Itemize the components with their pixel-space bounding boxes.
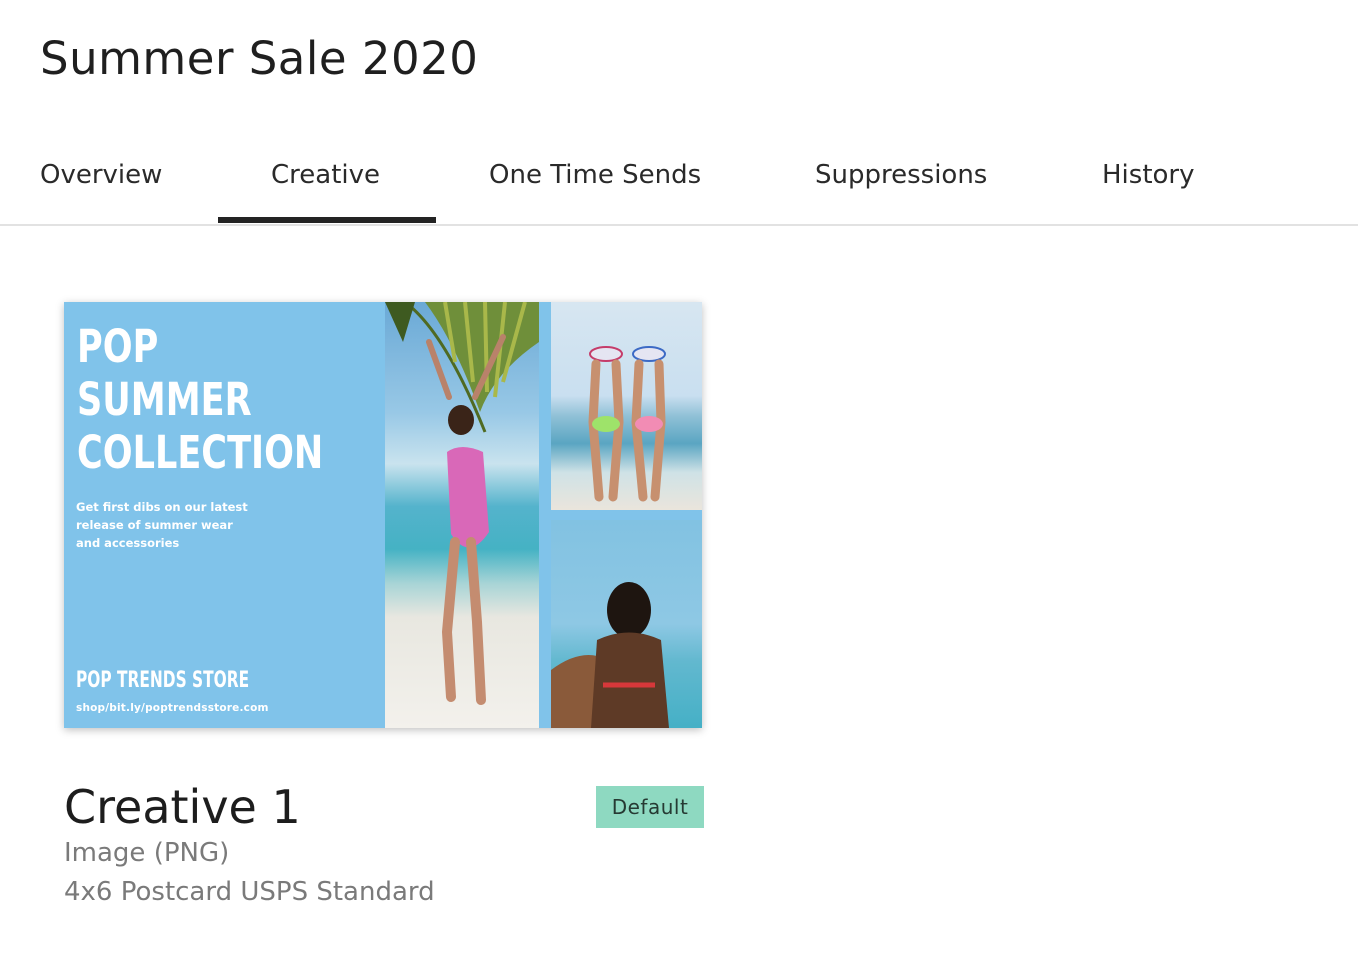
postcard-store-url: shop/bit.ly/poptrendsstore.com: [76, 702, 269, 714]
postcard-divider-horizontal: [551, 510, 702, 520]
postcard-headline-line: SUMMER: [77, 373, 252, 426]
page-title: Summer Sale 2020: [40, 32, 479, 85]
creative-format: Image (PNG): [64, 838, 230, 868]
postcard-headline-line: COLLECTION: [77, 426, 324, 479]
postcard-headline-line: POP: [77, 320, 159, 373]
postcard-tagline-line: Get first dibs on our latest: [76, 500, 248, 514]
beach-photo-swimmer: [551, 520, 702, 728]
active-tab-indicator: [218, 217, 436, 223]
tab-history[interactable]: History: [1102, 160, 1195, 190]
creative-size: 4x6 Postcard USPS Standard: [64, 877, 435, 907]
default-badge: Default: [596, 786, 704, 828]
postcard-tagline-line: and accessories: [76, 536, 180, 550]
postcard-tagline: Get first dibs on our latest release of …: [76, 498, 316, 552]
tab-creative[interactable]: Creative: [271, 160, 380, 190]
beach-photo-woman: [385, 302, 539, 728]
woman-figure: [426, 334, 506, 705]
two-women-figure: [588, 346, 666, 502]
tab-suppressions[interactable]: Suppressions: [815, 160, 987, 190]
tab-bar: Overview Creative One Time Sends Suppres…: [0, 140, 1358, 226]
postcard-tagline-line: release of summer wear: [76, 518, 233, 532]
tab-one-time-sends[interactable]: One Time Sends: [489, 160, 701, 190]
postcard-store-name: POP TRENDS STORE: [76, 668, 250, 693]
beach-photo-two-women: [551, 302, 702, 510]
postcard-divider: [539, 302, 551, 728]
swimmer-figure: [551, 582, 669, 728]
creative-name: Creative 1: [64, 780, 301, 834]
creative-thumbnail[interactable]: POP SUMMER COLLECTION Get first dibs on …: [64, 302, 702, 728]
tab-overview[interactable]: Overview: [40, 160, 162, 190]
postcard-headline: POP SUMMER COLLECTION: [77, 320, 323, 479]
postcard-text-panel: POP SUMMER COLLECTION Get first dibs on …: [64, 302, 385, 728]
